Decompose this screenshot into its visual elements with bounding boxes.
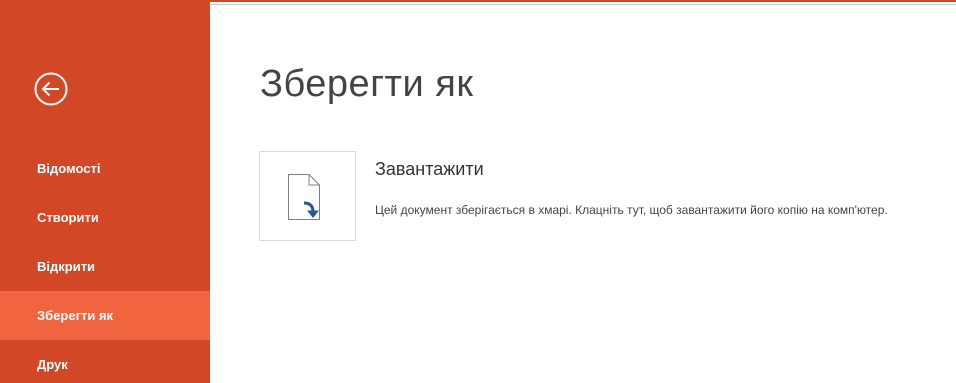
sidebar-item-new[interactable]: Створити <box>0 193 210 242</box>
sidebar-nav: Відомості Створити Відкрити Зберегти як … <box>0 144 210 383</box>
document-download-icon <box>288 174 320 220</box>
sidebar-item-save-as[interactable]: Зберегти як <box>0 291 210 340</box>
sidebar-item-info[interactable]: Відомості <box>0 144 210 193</box>
sidebar-item-label: Зберегти як <box>37 308 114 323</box>
sidebar-item-label: Відкрити <box>37 259 96 274</box>
backstage-sidebar: Відомості Створити Відкрити Зберегти як … <box>0 2 210 383</box>
page-title: Зберегти як <box>260 63 474 105</box>
main-content: Зберегти як Завантажити Цей документ збе… <box>210 5 956 383</box>
upload-description[interactable]: Цей документ зберігається в хмарі. Клацн… <box>375 203 950 218</box>
sidebar-item-open[interactable]: Відкрити <box>0 242 210 291</box>
sidebar-item-label: Створити <box>37 210 99 225</box>
sidebar-item-print[interactable]: Друк <box>0 340 210 383</box>
upload-title[interactable]: Завантажити <box>375 159 484 180</box>
sidebar-item-label: Відомості <box>37 161 101 176</box>
backstage-view: Відомості Створити Відкрити Зберегти як … <box>0 0 956 383</box>
upload-tile[interactable] <box>259 151 356 241</box>
sidebar-item-label: Друк <box>37 357 68 372</box>
back-arrow-icon[interactable] <box>33 71 69 107</box>
